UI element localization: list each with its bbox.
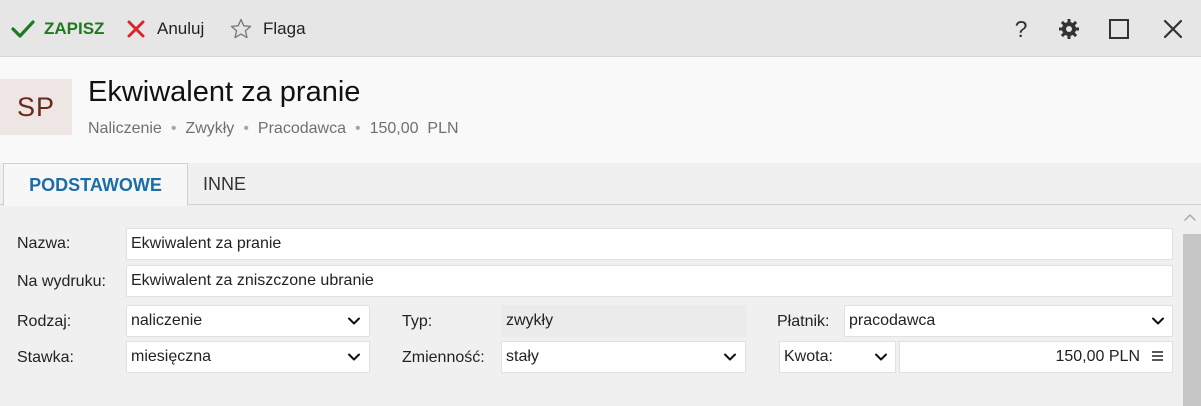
page-title: Ekwiwalent za pranie: [88, 76, 361, 108]
kwota-field[interactable]: 150,00 PLN: [899, 341, 1173, 373]
na-wydruku-label: Na wydruku:: [17, 273, 106, 290]
form-panel: Nazwa: Ekwiwalent za pranie Na wydruku: …: [0, 205, 1201, 406]
scrollbar-thumb[interactable]: [1183, 234, 1201, 406]
tab-inne[interactable]: INNE: [203, 163, 246, 205]
platnik-label: Płatnik:: [777, 313, 830, 330]
platnik-select[interactable]: pracodawca: [844, 305, 1173, 337]
rodzaj-select[interactable]: naliczenie: [126, 305, 370, 337]
summary-type: Zwykły: [185, 120, 235, 137]
record-summary: Naliczenie • Zwykły • Pracodawca • 150,00 PLN: [88, 120, 459, 138]
zmiennosc-label: Zmienność:: [402, 349, 485, 366]
separator-dot: •: [243, 120, 249, 137]
tab-bar: PODSTAWOWE INNE: [0, 163, 1201, 206]
save-button[interactable]: ZAPISZ: [11, 0, 104, 57]
rodzaj-label: Rodzaj:: [17, 313, 72, 330]
separator-dot: •: [170, 120, 177, 137]
close-icon[interactable]: [1160, 16, 1186, 42]
chevron-down-icon: [724, 353, 736, 361]
scroll-up-arrow-icon[interactable]: [1181, 208, 1199, 226]
separator-dot: •: [354, 120, 361, 137]
stawka-value: miesięczna: [131, 348, 212, 365]
platnik-value: pracodawca: [849, 312, 936, 329]
summary-kind: Naliczenie: [88, 120, 162, 137]
summary-payer: Pracodawca: [257, 120, 346, 137]
chevron-down-icon: [1152, 317, 1164, 325]
star-outline-icon: [230, 18, 252, 38]
kwota-label: Kwota:: [784, 348, 833, 365]
flag-button[interactable]: Flaga: [230, 0, 306, 57]
menu-icon[interactable]: [1151, 349, 1164, 363]
gear-icon[interactable]: [1056, 16, 1082, 42]
zmiennosc-value: stały: [506, 348, 539, 365]
cancel-label: Anuluj: [157, 18, 205, 38]
nazwa-label: Nazwa:: [17, 235, 71, 252]
summary-amount: 150,00 PLN: [369, 120, 459, 137]
kwota-value: 150,00 PLN: [1055, 348, 1140, 365]
avatar: SP: [0, 79, 72, 135]
chevron-down-icon: [348, 317, 360, 325]
kwota-select[interactable]: Kwota:: [779, 341, 896, 373]
save-label: ZAPISZ: [44, 18, 105, 38]
stawka-select[interactable]: miesięczna: [126, 341, 370, 373]
check-icon: [11, 19, 35, 38]
chevron-down-icon: [348, 353, 360, 361]
help-icon[interactable]: ?: [1008, 16, 1034, 42]
toolbar: ZAPISZ Anuluj Flaga ?: [0, 0, 1201, 57]
chevron-down-icon: [875, 353, 887, 361]
maximize-icon[interactable]: [1106, 16, 1132, 42]
na-wydruku-field[interactable]: Ekwiwalent za zniszczone ubranie: [126, 265, 1173, 297]
x-icon: [127, 20, 145, 37]
typ-label: Typ:: [402, 313, 433, 330]
flag-label: Flaga: [263, 18, 306, 38]
tab-podstawowe[interactable]: PODSTAWOWE: [3, 163, 188, 206]
typ-field: zwykły: [501, 305, 746, 337]
nazwa-field[interactable]: Ekwiwalent za pranie: [126, 228, 1173, 260]
record-header: SP Ekwiwalent za pranie Naliczenie • Zwykł…: [0, 57, 1201, 163]
zmiennosc-select[interactable]: stały: [501, 341, 746, 373]
rodzaj-value: naliczenie: [131, 312, 203, 329]
cancel-button[interactable]: Anuluj: [126, 0, 204, 57]
stawka-label: Stawka:: [17, 349, 74, 366]
